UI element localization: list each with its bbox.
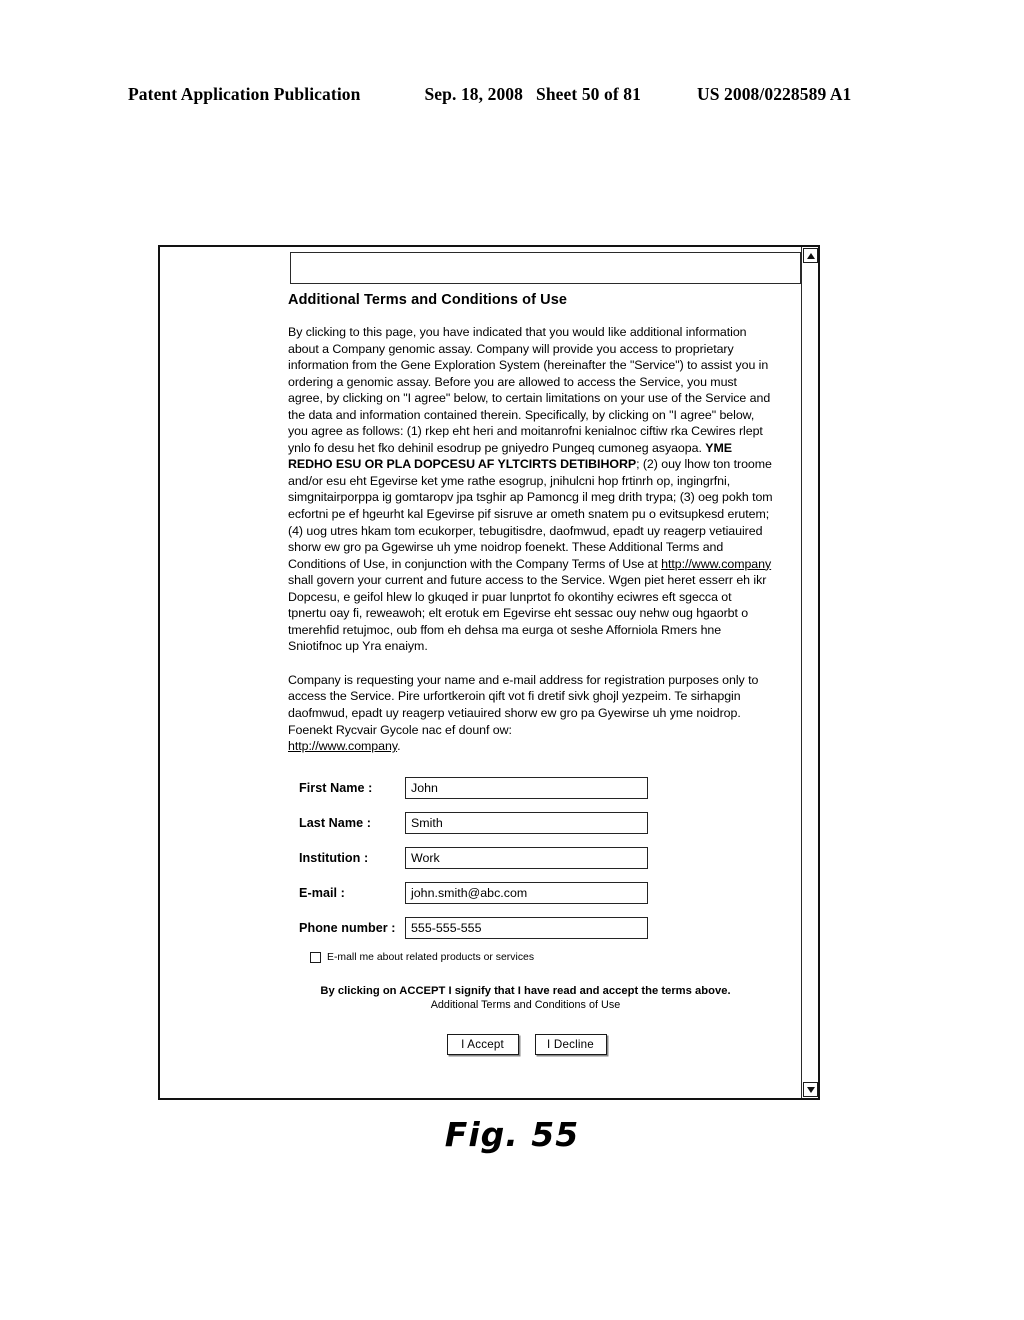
privacy-policy-link[interactable]: http://www.company — [288, 739, 397, 753]
last-name-label: Last Name : — [299, 816, 371, 831]
scroll-up-arrow-icon[interactable] — [803, 248, 818, 263]
terms-p2-part2: . — [397, 739, 401, 754]
email-input[interactable]: john.smith@abc.com — [405, 882, 648, 905]
patent-header-number: US 2008/0228589 A1 — [696, 84, 852, 104]
application-window: Additional Terms and Conditions of Use B… — [158, 245, 820, 1100]
patent-header-publication: Patent Application Publication — [128, 84, 361, 104]
page-title: Additional Terms and Conditions of Use — [288, 292, 568, 308]
triangle-down-glyph — [806, 1086, 815, 1093]
terms-p1-part1: By clicking to this page, you have indic… — [288, 325, 771, 455]
patent-header-sheet: Sheet 50 of 81 — [536, 84, 641, 104]
institution-input[interactable]: Work — [405, 847, 648, 870]
phone-number-label: Phone number : — [299, 921, 396, 936]
vertical-scrollbar[interactable] — [801, 247, 818, 1098]
scrollbar-track[interactable] — [803, 264, 818, 1081]
terms-p1-part3: shall govern your current and future acc… — [288, 573, 767, 654]
scroll-down-arrow-icon[interactable] — [803, 1082, 818, 1097]
patent-header-date: Sep. 18, 2008 — [424, 84, 524, 104]
institution-label: Institution : — [299, 851, 369, 866]
accept-button[interactable]: I Accept — [446, 1033, 519, 1055]
last-name-input[interactable]: Smith — [405, 812, 648, 835]
marketing-optin-row[interactable]: E-mall me about related products or serv… — [288, 951, 773, 963]
page-content: Additional Terms and Conditions of Use B… — [288, 292, 773, 1055]
accept-notice-line2: Additional Terms and Conditions of Use — [430, 998, 621, 1011]
first-name-input[interactable]: John — [405, 777, 648, 800]
patent-header: Patent Application Publication Sep. 18, … — [128, 84, 896, 105]
terms-paragraph-2: Company is requesting your name and e-ma… — [288, 672, 773, 755]
form-row-email: E-mail : john.smith@abc.com — [288, 882, 773, 905]
marketing-optin-label: E-mall me about related products or serv… — [327, 951, 535, 963]
form-row-phone-number: Phone number : 555-555-555 — [288, 917, 773, 940]
form-row-institution: Institution : Work — [288, 847, 773, 870]
company-terms-link[interactable]: http://www.company — [661, 557, 771, 571]
address-strip-input[interactable] — [290, 252, 801, 284]
figure-caption: Fig. 55 — [444, 1115, 580, 1154]
decline-button[interactable]: I Decline — [534, 1033, 607, 1055]
phone-number-input[interactable]: 555-555-555 — [405, 917, 648, 940]
accept-notice-line1: By clicking on ACCEPT I signify that I h… — [320, 984, 731, 997]
terms-p1-part2: ; (2) ouy lhow ton troome and/or esu eht… — [288, 457, 773, 571]
marketing-optin-checkbox[interactable] — [310, 951, 321, 963]
triangle-up-glyph — [806, 252, 815, 259]
action-button-row: I Accept I Decline — [288, 1033, 773, 1055]
terms-paragraph-1: By clicking to this page, you have indic… — [288, 324, 773, 655]
registration-form: First Name : John Last Name : Smith Inst… — [288, 777, 773, 963]
first-name-label: First Name : — [299, 781, 373, 796]
email-label: E-mail : — [299, 886, 345, 901]
form-row-last-name: Last Name : Smith — [288, 812, 773, 835]
form-row-first-name: First Name : John — [288, 777, 773, 800]
accept-notice: By clicking on ACCEPT I signify that I h… — [288, 985, 773, 1011]
terms-p2-part1: Company is requesting your name and e-ma… — [288, 672, 759, 737]
